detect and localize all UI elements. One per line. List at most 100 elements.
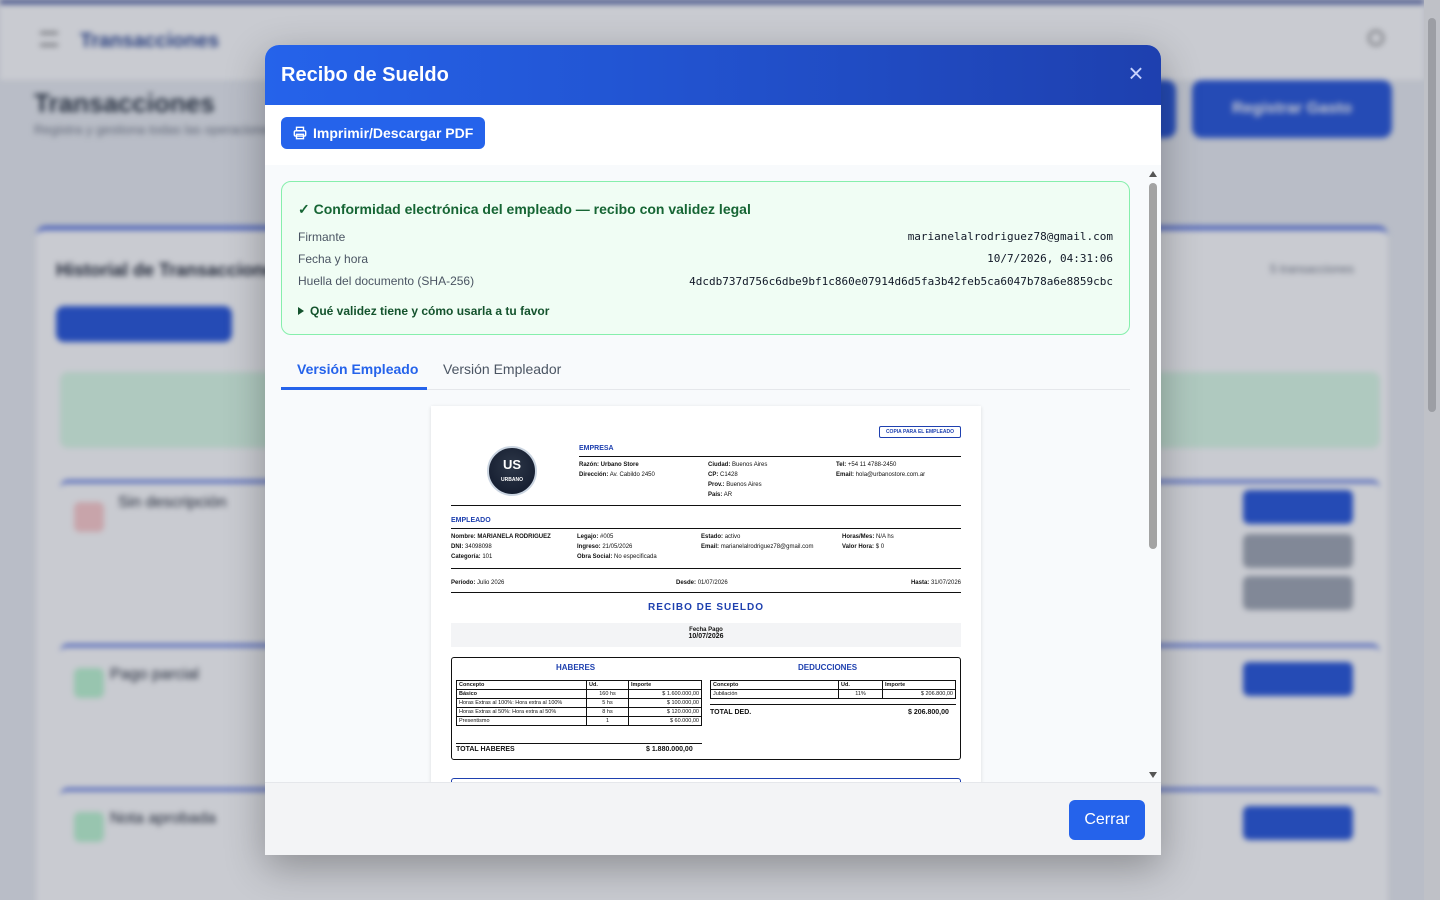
employee-email: marianelalrodriguez78@gmail.com (720, 544, 814, 550)
deductions-title: DEDUCCIONES (798, 663, 858, 672)
modal-title: Recibo de Sueldo (281, 64, 449, 86)
label: Hasta: (910, 580, 930, 586)
unit-cell: 11% (838, 689, 883, 699)
total-deductions-label: TOTAL DED. (710, 709, 752, 716)
amount-cell: $ 100.000,00 (628, 698, 702, 708)
earnings-deductions-box: HABERES DEDUCCIONES Concepto Ud. Importe… (451, 657, 961, 760)
divider (451, 568, 961, 569)
table-row: Horas Extras al 50%: Hora extra al 50% 8… (456, 707, 702, 717)
employee-dni: 34098098 (465, 544, 492, 550)
label: País: (708, 492, 723, 498)
amount-cell: $ 206.800,00 (882, 689, 956, 699)
concept-cell: Horas Extras al 100%: Hora extra al 100% (456, 698, 587, 708)
label: Ciudad: (708, 462, 731, 468)
hash-value: 4dcdb737d756c6dbe9bf1c860e07914d6d5fa3b4… (689, 275, 1113, 288)
column-header: Ud. (586, 680, 629, 690)
payment-date: 10/07/2026 (688, 633, 724, 640)
column-header: Importe (628, 680, 702, 690)
divider (456, 743, 702, 744)
divider (451, 528, 961, 529)
disclosure-triangle-icon (298, 307, 304, 315)
employee-status: activo (724, 534, 741, 540)
scroll-up-icon[interactable] (1149, 171, 1157, 177)
label: Razón: (579, 462, 599, 468)
hash-label: Huella del documento (SHA-256) (298, 274, 475, 288)
payment-date-box: Fecha Pago 10/07/2026 (451, 623, 961, 647)
employee-hours: N/A hs (876, 534, 894, 540)
validity-info-toggle[interactable]: Qué validez tiene y cómo usarla a tu fav… (298, 304, 549, 318)
label: Obra Social: (577, 554, 613, 560)
column-header: Importe (882, 680, 956, 690)
total-deductions: $ 206.800,00 (908, 709, 949, 716)
content-scrollbar-thumb[interactable] (1149, 183, 1157, 549)
period-from: 01/07/2026 (697, 580, 728, 586)
column-header: Concepto (710, 680, 839, 690)
tab-employer-version[interactable]: Versión Empleador (443, 361, 561, 377)
employee-section-title: EMPLEADO (451, 517, 491, 524)
amount-cell: $ 1.600.000,00 (628, 689, 702, 699)
label: Prov.: (708, 482, 725, 488)
company-country: AR (723, 492, 733, 498)
table-row: Horas Extras al 100%: Hora extra al 100%… (456, 698, 702, 708)
earnings-table: Concepto Ud. Importe Básico 160 hs $ 1.6… (456, 680, 702, 726)
period-to: 31/07/2026 (930, 580, 961, 586)
logo-text: URBANO (501, 477, 523, 483)
content-scrollbar[interactable] (1145, 165, 1161, 782)
company-email: hola@urbanostore.com.ar (855, 472, 926, 478)
employee-start-date: 21/05/2026 (602, 544, 633, 550)
concept-cell: Jubilación (710, 689, 839, 699)
total-earnings-label: TOTAL HABERES (456, 746, 515, 753)
datetime-value: 10/7/2026, 04:31:06 (987, 252, 1113, 265)
divider (710, 704, 956, 705)
payment-date-label: Fecha Pago (689, 627, 723, 633)
company-logo: US URBANO (487, 446, 537, 496)
label: Horas/Mes: (842, 534, 875, 540)
company-cp: C1428 (720, 472, 738, 478)
deductions-table: Concepto Ud. Importe Jubilación 11% $ 20… (710, 680, 956, 699)
label: Categoría: (451, 554, 481, 560)
scroll-down-icon[interactable] (1149, 772, 1157, 778)
unit-cell: 160 hs (586, 689, 629, 699)
modal-content: ✓ Conformidad electrónica del empleado —… (265, 165, 1161, 782)
label: Valor Hora: (842, 544, 875, 550)
divider (451, 592, 961, 593)
concept-cell: Básico (456, 689, 587, 699)
receipt-title: RECIBO DE SUELDO (647, 602, 764, 613)
employee-file: #005 (600, 534, 614, 540)
payslip-modal: Recibo de Sueldo × Imprimir/Descargar PD… (265, 45, 1161, 855)
divider (579, 456, 961, 457)
concept-cell: Horas Extras al 50%: Hora extra al 50% (456, 707, 587, 717)
company-address: Av. Cabildo 2450 (609, 472, 655, 478)
employee-health-insurance: No especificada (614, 554, 657, 560)
company-name: Urbano Store (600, 462, 639, 468)
label: Desde: (676, 580, 697, 586)
concept-cell: Presentismo (456, 716, 587, 726)
table-header-row: Concepto Ud. Importe (456, 680, 702, 690)
column-header: Ud. (838, 680, 883, 690)
electronic-signature-panel: ✓ Conformidad electrónica del empleado —… (281, 181, 1130, 335)
unit-cell: 8 hs (586, 707, 629, 717)
close-icon[interactable]: × (1123, 60, 1149, 87)
table-row: Presentismo 1 $ 60.000,00 (456, 716, 702, 726)
label: Email: (701, 544, 720, 550)
employee-name: MARIANELA RODRIGUEZ (477, 534, 551, 540)
label: Legajo: (577, 534, 599, 540)
datetime-label: Fecha y hora (298, 252, 369, 266)
employee-hour-rate: $ 0 (875, 544, 885, 550)
employee-category: 101 (482, 554, 493, 560)
print-pdf-button[interactable]: Imprimir/Descargar PDF (281, 117, 486, 149)
label: DNI: (451, 544, 464, 550)
table-row: Básico 160 hs $ 1.600.000,00 (456, 689, 702, 699)
logo-initials: US (502, 457, 522, 472)
unit-cell: 5 hs (586, 698, 629, 708)
label: Ingreso: (577, 544, 601, 550)
signature-title: ✓ Conformidad electrónica del empleado —… (298, 201, 751, 217)
tab-employee-version[interactable]: Versión Empleado (297, 361, 418, 377)
table-row: Jubilación 11% $ 206.800,00 (710, 689, 956, 699)
period: Julio 2026 (477, 580, 505, 586)
label: CP: (708, 472, 719, 478)
unit-cell: 1 (586, 716, 629, 726)
modal-header: Recibo de Sueldo × (265, 45, 1161, 105)
column-header: Concepto (456, 680, 587, 690)
close-button[interactable]: Cerrar (1069, 800, 1145, 840)
